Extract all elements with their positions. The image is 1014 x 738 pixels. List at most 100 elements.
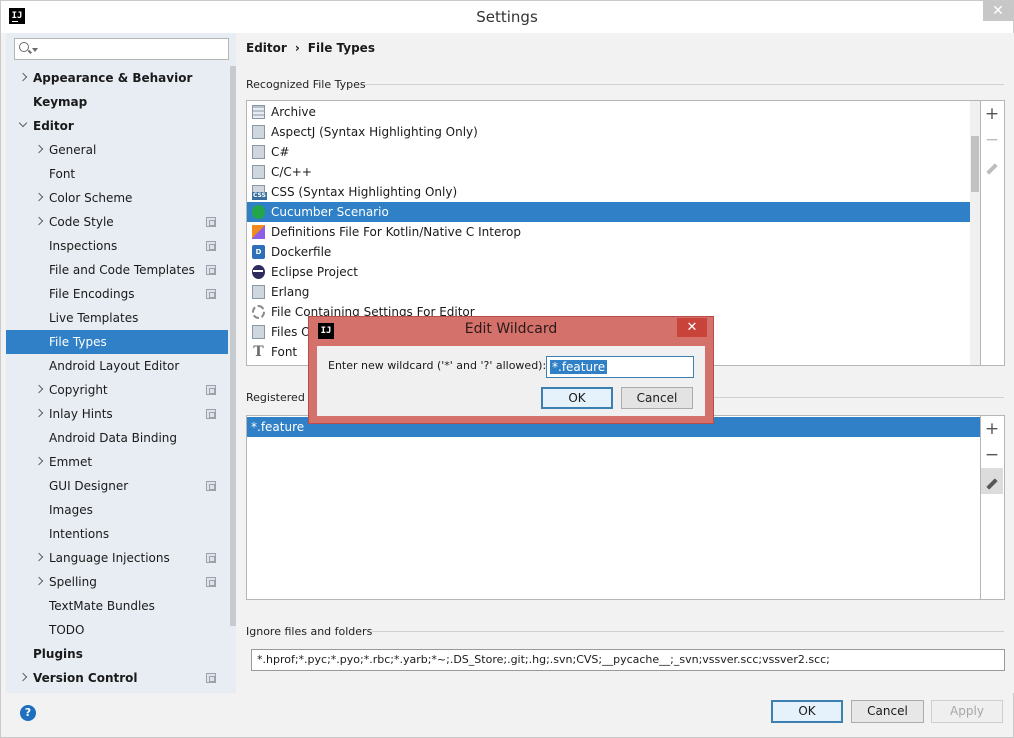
sidebar-item-file-types[interactable]: File Types [6, 330, 228, 354]
registered-patterns-label: Registered P [246, 391, 315, 404]
sidebar-item-emmet[interactable]: Emmet [6, 450, 228, 474]
edit-file-type-button[interactable] [981, 153, 1003, 179]
list-item[interactable]: C# [247, 142, 971, 162]
sidebar-item-gui-designer[interactable]: GUI Designer [6, 474, 228, 498]
sidebar-item-label: GUI Designer [49, 479, 129, 493]
window-close-button[interactable]: ✕ [983, 1, 1013, 21]
list-item[interactable]: AspectJ (Syntax Highlighting Only) [247, 122, 971, 142]
file-type-label: C/C++ [271, 165, 312, 179]
sidebar-item-android-layout-editor[interactable]: Android Layout Editor [6, 354, 228, 378]
sidebar-item-label: File Encodings [49, 287, 135, 301]
dialog-title: Edit Wildcard [464, 321, 558, 337]
sidebar-item-language-injections[interactable]: Language Injections [6, 546, 228, 570]
chevron-right-icon[interactable] [34, 144, 44, 154]
chevron-right-icon[interactable] [34, 216, 44, 226]
chevron-right-icon[interactable] [34, 456, 44, 466]
edit-pattern-button[interactable] [981, 468, 1003, 494]
file-icon [252, 165, 265, 179]
chevron-right-icon[interactable] [34, 576, 44, 586]
dialog-close-button[interactable]: ✕ [677, 318, 707, 337]
sidebar-item-inlay-hints[interactable]: Inlay Hints [6, 402, 228, 426]
sidebar-item-font[interactable]: Font [6, 162, 228, 186]
sidebar-item-label: Keymap [33, 95, 88, 109]
file-type-label: Dockerfile [271, 245, 332, 259]
sidebar-item-keymap[interactable]: Keymap [6, 90, 228, 114]
sidebar-item-label: Color Scheme [49, 191, 133, 205]
list-item[interactable]: Erlang [247, 282, 971, 302]
chevron-right-icon[interactable] [34, 408, 44, 418]
sidebar-item-color-scheme[interactable]: Color Scheme [6, 186, 228, 210]
sidebar-item-inspections[interactable]: Inspections [6, 234, 228, 258]
edit-wildcard-dialog: IJ Edit Wildcard ✕ Enter new wildcard ('… [308, 316, 714, 424]
sidebar-item-copyright[interactable]: Copyright [6, 378, 228, 402]
project-scope-icon [206, 265, 216, 275]
chevron-right-icon[interactable] [34, 192, 44, 202]
sidebar-item-images[interactable]: Images [6, 498, 228, 522]
dialog-ok-button[interactable]: OK [541, 387, 613, 409]
list-item[interactable]: Eclipse Project [247, 262, 971, 282]
sidebar-item-code-style[interactable]: Code Style [6, 210, 228, 234]
list-item[interactable]: Definitions File For Kotlin/Native C Int… [247, 222, 971, 242]
list-item[interactable]: Archive [247, 102, 971, 122]
sidebar-item-label: Android Data Binding [49, 431, 178, 445]
ignore-files-input[interactable]: *.hprof;*.pyc;*.pyo;*.rbc;*.yarb;*~;.DS_… [251, 649, 1005, 671]
file-type-label: Font [271, 345, 298, 359]
dialog-cancel-button[interactable]: Cancel [621, 387, 693, 409]
recognized-file-types-label: Recognized File Types [246, 78, 366, 91]
sidebar-item-todo[interactable]: TODO [6, 618, 228, 642]
list-item[interactable]: C/C++ [247, 162, 971, 182]
sidebar-item-android-data-binding[interactable]: Android Data Binding [6, 426, 228, 450]
chevron-right-icon[interactable] [18, 72, 28, 82]
settings-search-input[interactable] [14, 38, 229, 60]
file-icon [252, 285, 265, 299]
help-icon[interactable]: ? [20, 705, 36, 721]
ignore-files-label: Ignore files and folders [246, 625, 373, 638]
chevron-right-icon[interactable] [34, 384, 44, 394]
chevron-right-icon[interactable] [18, 672, 28, 682]
project-scope-icon [206, 553, 216, 563]
search-dropdown-caret-icon[interactable] [32, 48, 38, 52]
sidebar-item-spelling[interactable]: Spelling [6, 570, 228, 594]
file-icon [252, 145, 265, 159]
sidebar-item-label: Inlay Hints [49, 407, 113, 421]
chevron-down-icon[interactable] [18, 118, 28, 128]
wildcard-value: *.feature [550, 360, 608, 374]
sidebar-item-textmate-bundles[interactable]: TextMate Bundles [6, 594, 228, 618]
list-item[interactable]: D Dockerfile [247, 242, 971, 262]
add-file-type-button[interactable]: + [981, 101, 1003, 127]
apply-button[interactable]: Apply [931, 700, 1003, 723]
wildcard-input[interactable]: *.feature [546, 356, 694, 378]
project-scope-icon [206, 673, 216, 683]
recognized-list-scroll-thumb[interactable] [971, 136, 979, 192]
registered-patterns-list[interactable]: *.feature [246, 415, 981, 600]
search-icon [19, 42, 29, 52]
sidebar-item-general[interactable]: General [6, 138, 228, 162]
breadcrumb-editor[interactable]: Editor [246, 41, 287, 55]
list-item[interactable]: CSS CSS (Syntax Highlighting Only) [247, 182, 971, 202]
add-pattern-button[interactable]: + [981, 416, 1003, 442]
sidebar-item-label: File and Code Templates [49, 263, 195, 277]
sidebar-item-label: TODO [49, 623, 85, 637]
sidebar-item-plugins[interactable]: Plugins [6, 642, 228, 666]
remove-file-type-button[interactable]: − [981, 127, 1003, 153]
title-bar[interactable]: IJ Settings ✕ [1, 1, 1013, 33]
file-type-label: Definitions File For Kotlin/Native C Int… [271, 225, 521, 239]
file-type-label: Eclipse Project [271, 265, 358, 279]
ok-button[interactable]: OK [771, 700, 843, 723]
sidebar-item-label: Android Layout Editor [49, 359, 180, 373]
sidebar-item-file-and-code-templates[interactable]: File and Code Templates [6, 258, 228, 282]
sidebar-item-appearance-behavior[interactable]: Appearance & Behavior [6, 66, 228, 90]
sidebar-item-live-templates[interactable]: Live Templates [6, 306, 228, 330]
sidebar-item-file-encodings[interactable]: File Encodings [6, 282, 228, 306]
sidebar-item-version-control[interactable]: Version Control [6, 666, 228, 690]
sidebar-item-label: Intentions [49, 527, 110, 541]
cancel-button[interactable]: Cancel [851, 700, 924, 723]
list-item[interactable]: Cucumber Scenario [247, 202, 971, 222]
chevron-right-icon[interactable] [34, 552, 44, 562]
icon-badge: D [255, 248, 262, 256]
recognized-list-scrollbar[interactable] [970, 101, 980, 365]
sidebar-item-intentions[interactable]: Intentions [6, 522, 228, 546]
remove-pattern-button[interactable]: − [981, 442, 1003, 468]
sidebar-item-editor[interactable]: Editor [6, 114, 228, 138]
project-scope-icon [206, 577, 216, 587]
